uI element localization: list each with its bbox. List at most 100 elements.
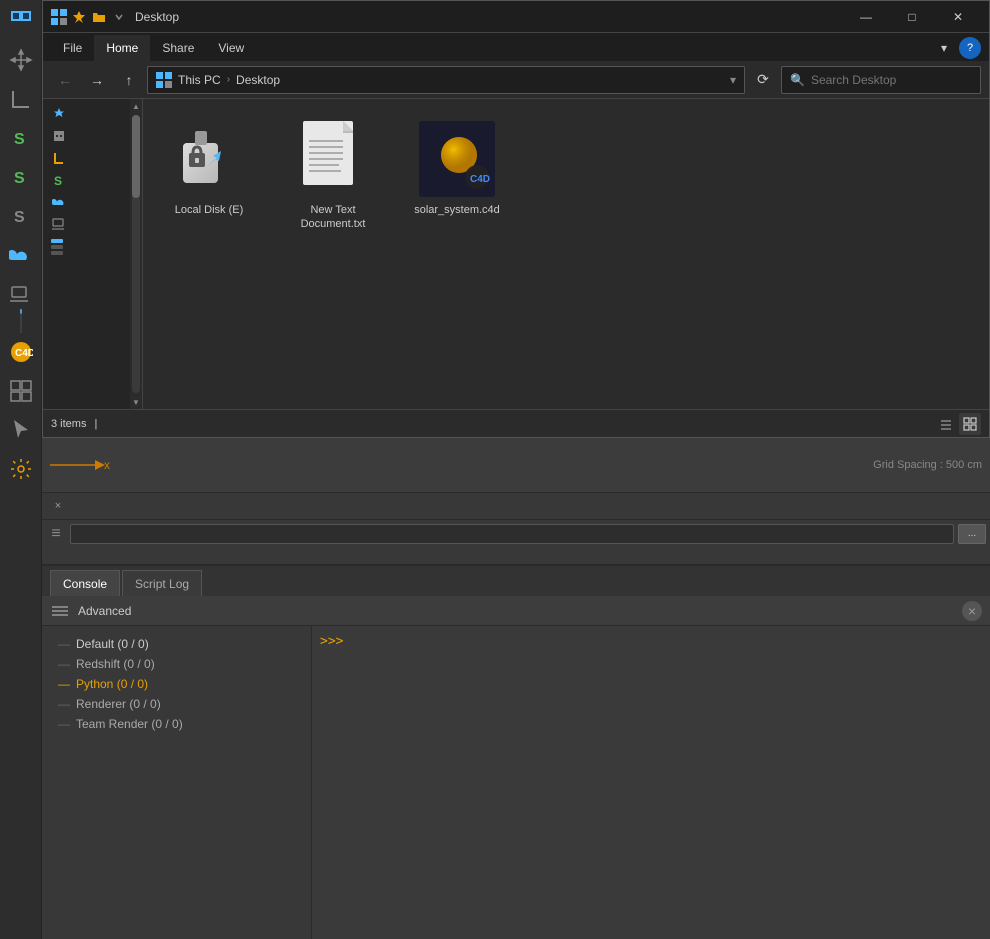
grid-view-button[interactable] — [959, 413, 981, 435]
search-box: 🔍 — [781, 66, 981, 94]
window-title: Desktop — [135, 10, 843, 24]
laptop-icon[interactable] — [2, 275, 40, 313]
status-bar: 3 items | — [43, 409, 989, 437]
tab-share[interactable]: Share — [150, 35, 206, 61]
cloud2-icon — [51, 194, 67, 210]
c4d-toolbar: S S S C4D — [0, 0, 42, 939]
solar-system-file[interactable]: C4D solar_system.c4d — [407, 115, 507, 221]
tree-item-team-render[interactable]: — Team Render (0 / 0) — [42, 714, 311, 734]
timeline-close-button[interactable]: × — [50, 498, 66, 514]
s-tool-1-icon[interactable]: S — [2, 119, 40, 157]
c4d-file-icon: C4D — [417, 119, 497, 199]
file-area: Local Disk (E) — [143, 99, 989, 409]
maximize-button[interactable]: □ — [889, 1, 935, 33]
new-text-file[interactable]: New Text Document.txt — [283, 115, 383, 236]
console-header: Advanced × — [42, 596, 990, 626]
timeline-dots-button[interactable]: ... — [958, 524, 986, 544]
x-axis-label: x — [104, 458, 110, 472]
svg-text:C4D: C4D — [470, 174, 490, 185]
quick-access-s1[interactable]: S — [43, 169, 142, 191]
txt-file-icon — [293, 119, 373, 199]
quick-access-star[interactable] — [43, 103, 142, 125]
scroll-down-arrow[interactable]: ▼ — [130, 395, 142, 409]
timeline-text-field[interactable] — [70, 524, 954, 544]
title-bar-nav-icons — [51, 9, 127, 25]
c4d-viewport: x Grid Spacing : 500 cm — [42, 438, 990, 493]
tab-view[interactable]: View — [206, 35, 256, 61]
title-bar: Desktop — □ ✕ — [43, 1, 989, 33]
close-button[interactable]: ✕ — [935, 1, 981, 33]
new-text-label: New Text Document.txt — [287, 203, 379, 232]
search-icon: 🔍 — [790, 73, 805, 87]
l-icon — [51, 150, 67, 166]
local-disk-file[interactable]: Local Disk (E) — [159, 115, 259, 221]
console-output: >>> — [312, 626, 990, 939]
s-tool-2-icon[interactable]: S — [2, 158, 40, 196]
x-axis-arrow: x — [50, 455, 110, 475]
cloud-icon[interactable] — [2, 236, 40, 274]
up-button[interactable]: ↑ — [115, 66, 143, 94]
quick-access-l[interactable] — [43, 147, 142, 169]
s1-icon: S — [51, 172, 67, 188]
pin-icon — [71, 9, 87, 25]
view-buttons — [935, 413, 981, 435]
console-tree: — Default (0 / 0) — Redshift (0 / 0) — P… — [42, 626, 312, 939]
c4d-main-icon[interactable]: C4D — [2, 333, 40, 371]
forward-button[interactable]: → — [83, 66, 111, 94]
console-menu-icon[interactable] — [50, 601, 70, 621]
undo-icon[interactable] — [2, 2, 40, 40]
explorer-icon — [51, 9, 67, 25]
back-button[interactable]: ← — [51, 66, 79, 94]
solar-system-label: solar_system.c4d — [414, 203, 500, 217]
building-icon — [51, 128, 67, 144]
ribbon-chevron[interactable]: ▾ — [933, 37, 955, 59]
tab-console[interactable]: Console — [50, 570, 120, 596]
chevron-icon[interactable] — [111, 9, 127, 25]
help-button[interactable]: ? — [959, 37, 981, 59]
quick-access-laptop[interactable] — [43, 213, 142, 235]
transform-icon[interactable] — [2, 80, 40, 118]
console-panel: Console Script Log Advanced × — Default … — [42, 565, 990, 939]
timeline-input-bar: ≡ ... — [42, 519, 990, 547]
tree-item-redshift[interactable]: — Redshift (0 / 0) — [42, 654, 311, 674]
address-box[interactable]: This PC › Desktop ▾ — [147, 66, 745, 94]
tab-home[interactable]: Home — [94, 35, 150, 61]
pointer-icon[interactable] — [2, 411, 40, 449]
minimize-button[interactable]: — — [843, 1, 889, 33]
quick-access-cloud[interactable] — [43, 191, 142, 213]
laptop2-icon — [51, 216, 67, 232]
ribbon-tabs: File Home Share View ▾ ? — [43, 33, 989, 61]
tree-item-renderer[interactable]: — Renderer (0 / 0) — [42, 694, 311, 714]
quick-access-building[interactable] — [43, 125, 142, 147]
tab-script-log[interactable]: Script Log — [122, 570, 202, 596]
refresh-button[interactable]: ⟳ — [749, 66, 777, 94]
left-panel-scrollbar[interactable]: ▲ ▼ — [130, 99, 142, 409]
explorer-window: Desktop — □ ✕ File Home Share View ▾ ? ←… — [42, 0, 990, 438]
address-part-thispc[interactable]: This PC — [178, 73, 221, 87]
usb-drive-icon — [169, 119, 249, 199]
grid-view-icon[interactable] — [2, 372, 40, 410]
timeline-area: × ≡ ... — [42, 493, 990, 565]
folder-small-icon — [156, 72, 172, 88]
console-close-button[interactable]: × — [962, 601, 982, 621]
hamburger-icon[interactable]: ≡ — [46, 524, 66, 544]
explorer-body: ▲ ▼ — [43, 99, 989, 409]
list-view-button[interactable] — [935, 413, 957, 435]
tree-item-python[interactable]: — Python (0 / 0) — [42, 674, 311, 694]
move-icon[interactable] — [2, 41, 40, 79]
tab-file[interactable]: File — [51, 35, 94, 61]
address-bar: ← → ↑ This PC › Desktop ▾ ⟳ 🔍 — [43, 61, 989, 99]
search-input[interactable] — [811, 73, 972, 87]
scroll-up-arrow[interactable]: ▲ — [130, 99, 142, 113]
console-tabs: Console Script Log — [42, 566, 990, 596]
svg-text:C4D: C4D — [15, 348, 33, 359]
left-panel: ▲ ▼ — [43, 99, 143, 409]
s-tool-3-icon[interactable]: S — [2, 197, 40, 235]
address-separator-1: › — [227, 74, 230, 85]
scrollbar-indicator — [43, 239, 142, 255]
tree-item-default[interactable]: — Default (0 / 0) — [42, 634, 311, 654]
grid-spacing-label: Grid Spacing : 500 cm — [873, 459, 982, 471]
address-dropdown[interactable]: ▾ — [730, 73, 736, 87]
console-header-title: Advanced — [78, 604, 131, 618]
gear-icon[interactable] — [2, 450, 40, 488]
